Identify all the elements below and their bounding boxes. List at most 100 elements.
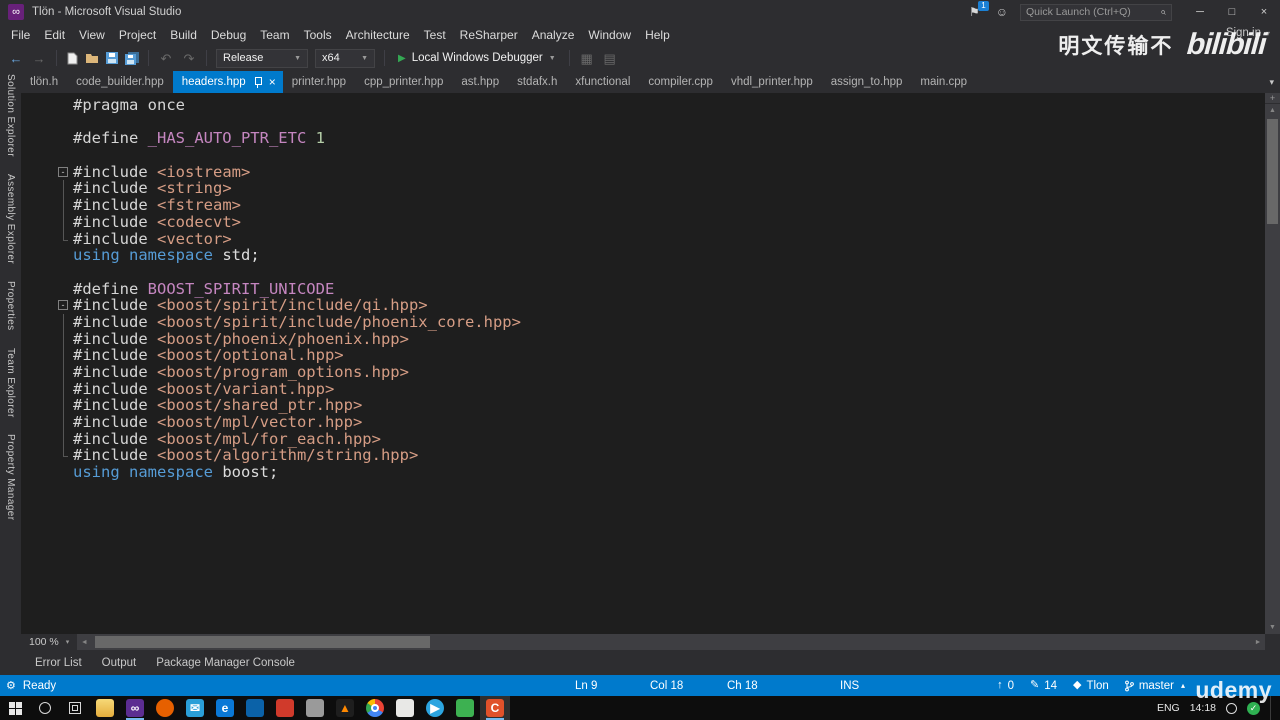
side-tab-property-manager[interactable]: Property Manager [5, 434, 16, 520]
tab-ast-hpp[interactable]: ast.hpp [452, 71, 508, 93]
security-check-icon[interactable]: ✓ [1247, 701, 1260, 715]
toolbar-misc-icon[interactable]: ▦ [579, 52, 595, 65]
collapse-box-icon[interactable]: - [58, 166, 68, 177]
scroll-down-arrow-icon[interactable]: ▼ [1265, 622, 1280, 634]
taskbar-search-button[interactable] [30, 696, 60, 720]
quick-launch-input[interactable] [1026, 6, 1161, 18]
panel-tab-package-manager-console[interactable]: Package Manager Console [148, 654, 303, 672]
task-view-button[interactable] [60, 696, 90, 720]
branch-indicator[interactable]: master ▴ [1124, 680, 1185, 692]
background-tasks-icon[interactable]: ⚙ [6, 679, 16, 692]
save-icon[interactable] [106, 52, 118, 64]
side-tab-team-explorer[interactable]: Team Explorer [5, 348, 16, 418]
tab-assign-to-hpp[interactable]: assign_to.hpp [822, 71, 912, 93]
start-button[interactable] [0, 696, 30, 720]
tab-cpp-printer-hpp[interactable]: cpp_printer.hpp [355, 71, 452, 93]
save-all-icon[interactable] [125, 51, 139, 65]
tab-vhdl-printer-hpp[interactable]: vhdl_printer.hpp [722, 71, 822, 93]
menu-team[interactable]: Team [253, 26, 296, 44]
taskbar-app-visual-studio[interactable]: ∞ [120, 696, 150, 720]
fold-start-marker[interactable]: - [57, 164, 73, 181]
taskbar-app-recorder[interactable]: C [480, 696, 510, 720]
scroll-left-arrow-icon[interactable]: ◄ [77, 639, 91, 646]
taskbar-app-vlc[interactable]: ▲ [330, 696, 360, 720]
show-desktop-button[interactable] [1270, 696, 1275, 720]
taskbar-app-telegram[interactable]: ▶ [420, 696, 450, 720]
tab-headers-hpp[interactable]: headers.hpp × [172, 71, 283, 93]
taskbar-app-app-red[interactable] [270, 696, 300, 720]
taskbar-app-notepad[interactable] [390, 696, 420, 720]
pending-changes-indicator[interactable]: ✎ 14 [1030, 680, 1057, 692]
tab-printer-hpp[interactable]: printer.hpp [283, 71, 355, 93]
panel-tab-output[interactable]: Output [94, 654, 145, 672]
clock[interactable]: 14:18 [1190, 702, 1216, 714]
menu-build[interactable]: Build [163, 26, 204, 44]
code-text-area[interactable]: #pragma once #define _HAS_AUTO_PTR_ETC 1 -… [21, 93, 1265, 634]
taskbar-app-edge[interactable]: e [210, 696, 240, 720]
menu-file[interactable]: File [4, 26, 37, 44]
taskbar-app-wechat[interactable] [450, 696, 480, 720]
tray-status-icon[interactable] [1226, 702, 1237, 714]
menu-view[interactable]: View [72, 26, 112, 44]
input-language-indicator[interactable]: ENG [1157, 702, 1180, 714]
tab-stdafx-h[interactable]: stdafx.h [508, 71, 566, 93]
navigate-back-icon[interactable]: ← [8, 52, 24, 65]
side-tab-assembly-explorer[interactable]: Assembly Explorer [5, 174, 16, 264]
code-editor[interactable]: #pragma once #define _HAS_AUTO_PTR_ETC 1 -… [21, 93, 1280, 634]
notifications-button[interactable]: ⚑ 1 [969, 1, 989, 19]
sign-in-button[interactable]: Sign in ▾ [1226, 27, 1270, 39]
menu-resharper[interactable]: ReSharper [453, 26, 525, 44]
close-tab-icon[interactable]: × [269, 76, 276, 88]
maximize-button[interactable]: □ [1216, 0, 1248, 24]
tab-overflow-button[interactable]: ▾ [1263, 77, 1280, 88]
close-button[interactable]: × [1248, 0, 1280, 24]
menu-debug[interactable]: Debug [204, 26, 253, 44]
start-debug-button[interactable]: ▶ Local Windows Debugger ▼ [394, 52, 560, 64]
tab-main-cpp[interactable]: main.cpp [911, 71, 976, 93]
tab-tl-n-h[interactable]: tlön.h [21, 71, 67, 93]
tab-code-builder-hpp[interactable]: code_builder.hpp [67, 71, 173, 93]
tab-xfunctional[interactable]: xfunctional [566, 71, 639, 93]
menu-test[interactable]: Test [417, 26, 453, 44]
collapse-box-icon[interactable]: - [58, 300, 68, 311]
side-tab-properties[interactable]: Properties [5, 281, 16, 331]
navigate-forward-icon[interactable]: → [31, 52, 47, 65]
taskbar-app-chrome[interactable] [360, 696, 390, 720]
menu-help[interactable]: Help [638, 26, 677, 44]
taskbar-app-store[interactable] [240, 696, 270, 720]
menu-project[interactable]: Project [112, 26, 163, 44]
minimize-button[interactable]: ─ [1184, 0, 1216, 24]
menu-edit[interactable]: Edit [37, 26, 72, 44]
taskbar-app-firefox[interactable] [150, 696, 180, 720]
configuration-dropdown[interactable]: Release ▼ [216, 48, 308, 68]
horizontal-scrollbar[interactable]: ◄ ► [77, 634, 1265, 650]
feedback-icon[interactable]: ☺ [996, 5, 1008, 19]
platform-dropdown[interactable]: x64 ▼ [315, 48, 375, 68]
taskbar-app-app-gray[interactable] [300, 696, 330, 720]
new-file-icon[interactable] [66, 52, 78, 65]
pin-tab-icon[interactable] [253, 76, 262, 88]
taskbar-app-file-explorer[interactable] [90, 696, 120, 720]
taskbar-app-mail[interactable]: ✉ [180, 696, 210, 720]
split-editor-handle[interactable]: + [1265, 93, 1280, 104]
vertical-scroll-thumb[interactable] [1267, 119, 1278, 224]
open-folder-icon[interactable] [85, 52, 99, 64]
panel-tab-error-list[interactable]: Error List [27, 654, 90, 672]
tab-compiler-cpp[interactable]: compiler.cpp [639, 71, 722, 93]
commits-ahead-indicator[interactable]: ↑ 0 [997, 680, 1014, 692]
vertical-scrollbar[interactable]: + ▲ ▼ [1265, 93, 1280, 634]
scroll-up-arrow-icon[interactable]: ▲ [1265, 105, 1280, 117]
quick-launch-box[interactable] [1020, 3, 1172, 21]
menu-architecture[interactable]: Architecture [339, 26, 417, 44]
redo-icon[interactable]: ↷ [181, 52, 197, 65]
undo-icon[interactable]: ↶ [158, 52, 174, 65]
fold-start-marker[interactable]: - [57, 297, 73, 314]
toolbar-misc-icon[interactable]: ▤ [602, 52, 618, 65]
menu-window[interactable]: Window [581, 26, 638, 44]
zoom-selector[interactable]: 100 % ▾ [21, 634, 77, 650]
menu-tools[interactable]: Tools [297, 26, 339, 44]
menu-analyze[interactable]: Analyze [525, 26, 582, 44]
side-tab-solution-explorer[interactable]: Solution Explorer [5, 74, 16, 157]
horizontal-scroll-thumb[interactable] [95, 636, 431, 648]
scroll-right-arrow-icon[interactable]: ► [1251, 639, 1265, 646]
